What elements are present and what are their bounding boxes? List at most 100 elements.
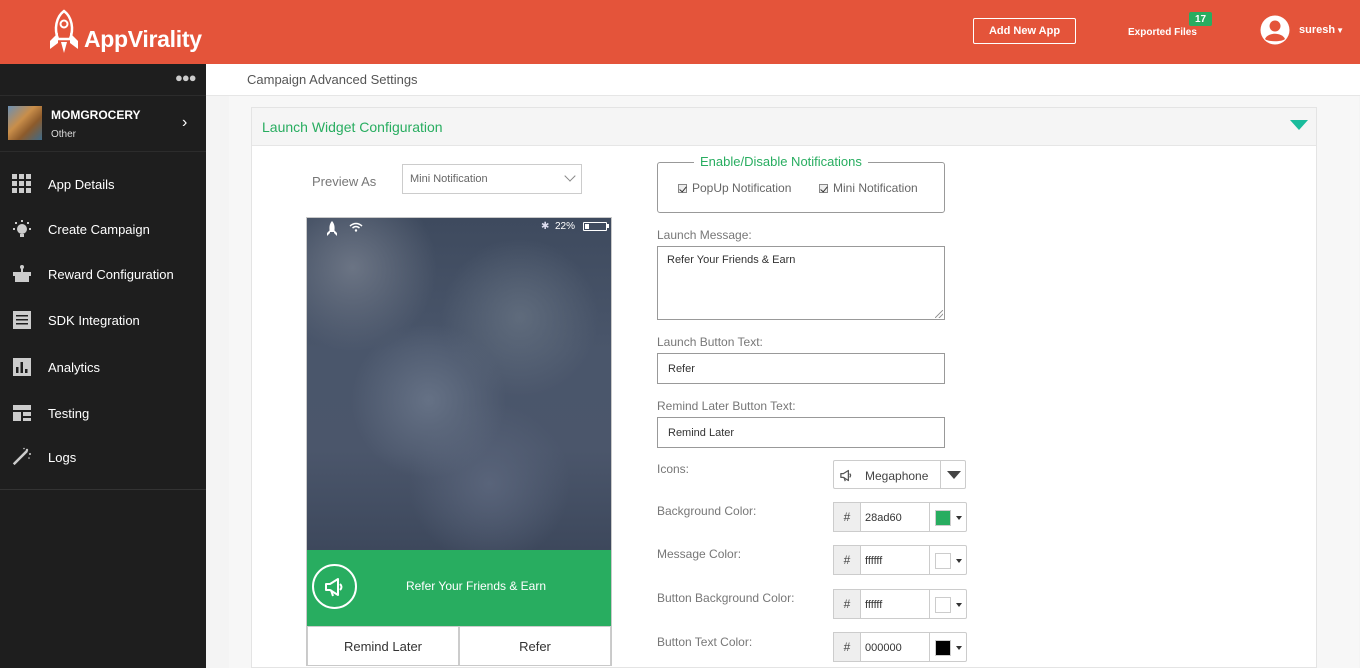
button-background-color-control: # ffffff <box>833 589 967 619</box>
notification-buttons: Remind Later Refer <box>307 626 611 665</box>
button-text-color-control: # 000000 <box>833 632 967 662</box>
magic-wand-icon <box>12 447 31 466</box>
hash-addon: # <box>833 589 861 619</box>
battery-nub <box>607 224 609 228</box>
icon-picker[interactable]: Megaphone <box>833 460 966 489</box>
checkbox-checked-icon <box>678 183 687 193</box>
launch-message-label: Launch Message: <box>657 228 752 242</box>
caret-down-icon <box>956 516 962 520</box>
dashboard-icon <box>13 405 31 421</box>
caret-down-icon <box>956 603 962 607</box>
top-bar: AppVirality Add New App Exported Files 1… <box>0 0 1360 64</box>
app-thumbnail <box>8 106 42 140</box>
remind-later-text-input[interactable]: Remind Later <box>657 417 945 448</box>
preview-as-label: Preview As <box>312 174 377 189</box>
launch-button-text-input[interactable]: Refer <box>657 353 945 384</box>
button-background-color-input[interactable]: ffffff <box>860 589 930 619</box>
background-color-picker[interactable] <box>929 502 967 532</box>
color-swatch <box>935 510 951 526</box>
notifications-legend: Enable/Disable Notifications <box>694 154 868 169</box>
sidebar-item-sdk-integration[interactable]: SDK Integration <box>0 301 206 339</box>
color-swatch <box>935 597 951 613</box>
icon-picker-value: Megaphone <box>865 469 929 483</box>
collapse-triangle-icon[interactable] <box>1290 120 1308 130</box>
grid-icon <box>12 174 31 193</box>
sidebar-item-logs[interactable]: Logs <box>0 438 206 476</box>
add-new-app-button[interactable]: Add New App <box>973 18 1076 44</box>
preview-as-select[interactable]: Mini Notification <box>402 164 582 194</box>
message-color-picker[interactable] <box>929 545 967 575</box>
card-header[interactable]: Launch Widget Configuration <box>252 108 1316 146</box>
launch-button-text-label: Launch Button Text: <box>657 335 763 349</box>
brand-name: AppVirality <box>84 25 202 52</box>
bluetooth-icon: ✱ <box>541 221 550 232</box>
battery-icon <box>583 222 607 231</box>
remind-later-button[interactable]: Remind Later <box>307 626 459 665</box>
checkbox-checked-icon <box>819 183 828 193</box>
background-color-input[interactable]: 28ad60 <box>860 502 930 532</box>
sidebar-item-label: SDK Integration <box>48 312 140 328</box>
button-background-color-picker[interactable] <box>929 589 967 619</box>
app-type: Other <box>51 129 77 140</box>
megaphone-icon <box>325 578 343 597</box>
user-avatar-icon[interactable] <box>1260 15 1290 45</box>
hash-addon: # <box>833 545 861 575</box>
sidebar: ●●● MOMGROCERY Other › App Details Creat… <box>0 64 206 668</box>
more-dots-icon[interactable]: ●●● <box>175 70 197 85</box>
launch-message-value: Refer Your Friends & Earn <box>667 254 796 266</box>
notification-icon-circle <box>312 564 357 609</box>
megaphone-icon <box>840 469 852 482</box>
sidebar-item-create-campaign[interactable]: Create Campaign <box>0 210 206 248</box>
notifications-fieldset: Enable/Disable Notifications PopUp Notif… <box>657 154 945 213</box>
sidebar-item-label: Reward Configuration <box>48 266 174 282</box>
breadcrumb: Campaign Advanced Settings <box>247 72 418 87</box>
bulb-icon <box>13 220 31 237</box>
app-selector[interactable]: MOMGROCERY Other › <box>0 95 206 152</box>
refer-button[interactable]: Refer <box>459 626 611 665</box>
battery-level-fill <box>585 224 589 229</box>
rocket-status-icon <box>327 221 337 236</box>
message-color-input[interactable]: ffffff <box>860 545 930 575</box>
rocket-logo-icon <box>50 9 78 53</box>
sidebar-item-label: Analytics <box>48 359 101 375</box>
sidebar-divider <box>0 489 206 490</box>
sidebar-item-testing[interactable]: Testing <box>0 394 206 432</box>
icons-label: Icons: <box>657 462 690 476</box>
chevron-right-icon: › <box>182 114 188 131</box>
caret-down-icon: ▼ <box>1336 26 1344 35</box>
hash-addon: # <box>833 632 861 662</box>
message-color-label: Message Color: <box>657 547 742 561</box>
sidebar-item-app-details[interactable]: App Details <box>0 165 206 203</box>
hash-addon: # <box>833 502 861 532</box>
brand-logo[interactable]: AppVirality <box>44 8 202 56</box>
icon-picker-dropdown-button[interactable] <box>940 461 966 488</box>
phone-screen-background <box>307 218 611 550</box>
sidebar-item-reward-configuration[interactable]: Reward Configuration <box>0 255 206 293</box>
caret-down-icon <box>956 559 962 563</box>
message-color-control: # ffffff <box>833 545 967 575</box>
color-swatch <box>935 553 951 569</box>
sidebar-item-label: Create Campaign <box>48 221 150 237</box>
chevron-down-icon <box>564 170 576 182</box>
phone-preview: ✱ 22% Refer Your Friends & Earn Remind L… <box>306 217 612 666</box>
button-text-color-input[interactable]: 000000 <box>860 632 930 662</box>
button-text-color-picker[interactable] <box>929 632 967 662</box>
background-color-control: # 28ad60 <box>833 502 967 532</box>
notification-message: Refer Your Friends & Earn <box>405 579 547 593</box>
mini-notification-checkbox[interactable]: Mini Notification <box>819 181 918 195</box>
user-menu[interactable]: suresh▼ <box>1299 24 1344 36</box>
popup-notification-checkbox[interactable]: PopUp Notification <box>678 181 791 195</box>
exported-files-link[interactable]: Exported Files <box>1128 27 1197 38</box>
mini-notification[interactable]: Refer Your Friends & Earn <box>307 550 611 626</box>
resize-handle[interactable] <box>935 310 943 318</box>
bar-chart-icon <box>13 358 31 376</box>
background-color-label: Background Color: <box>657 504 757 518</box>
sidebar-item-label: Logs <box>48 449 77 465</box>
popup-notification-label: PopUp Notification <box>692 181 792 195</box>
launch-message-textarea[interactable]: Refer Your Friends & Earn <box>657 246 945 320</box>
wifi-icon <box>349 222 363 232</box>
gift-icon <box>13 265 31 282</box>
button-background-color-label: Button Background Color: <box>657 591 795 605</box>
battery-percent: 22% <box>555 221 576 232</box>
sidebar-item-analytics[interactable]: Analytics <box>0 348 206 386</box>
